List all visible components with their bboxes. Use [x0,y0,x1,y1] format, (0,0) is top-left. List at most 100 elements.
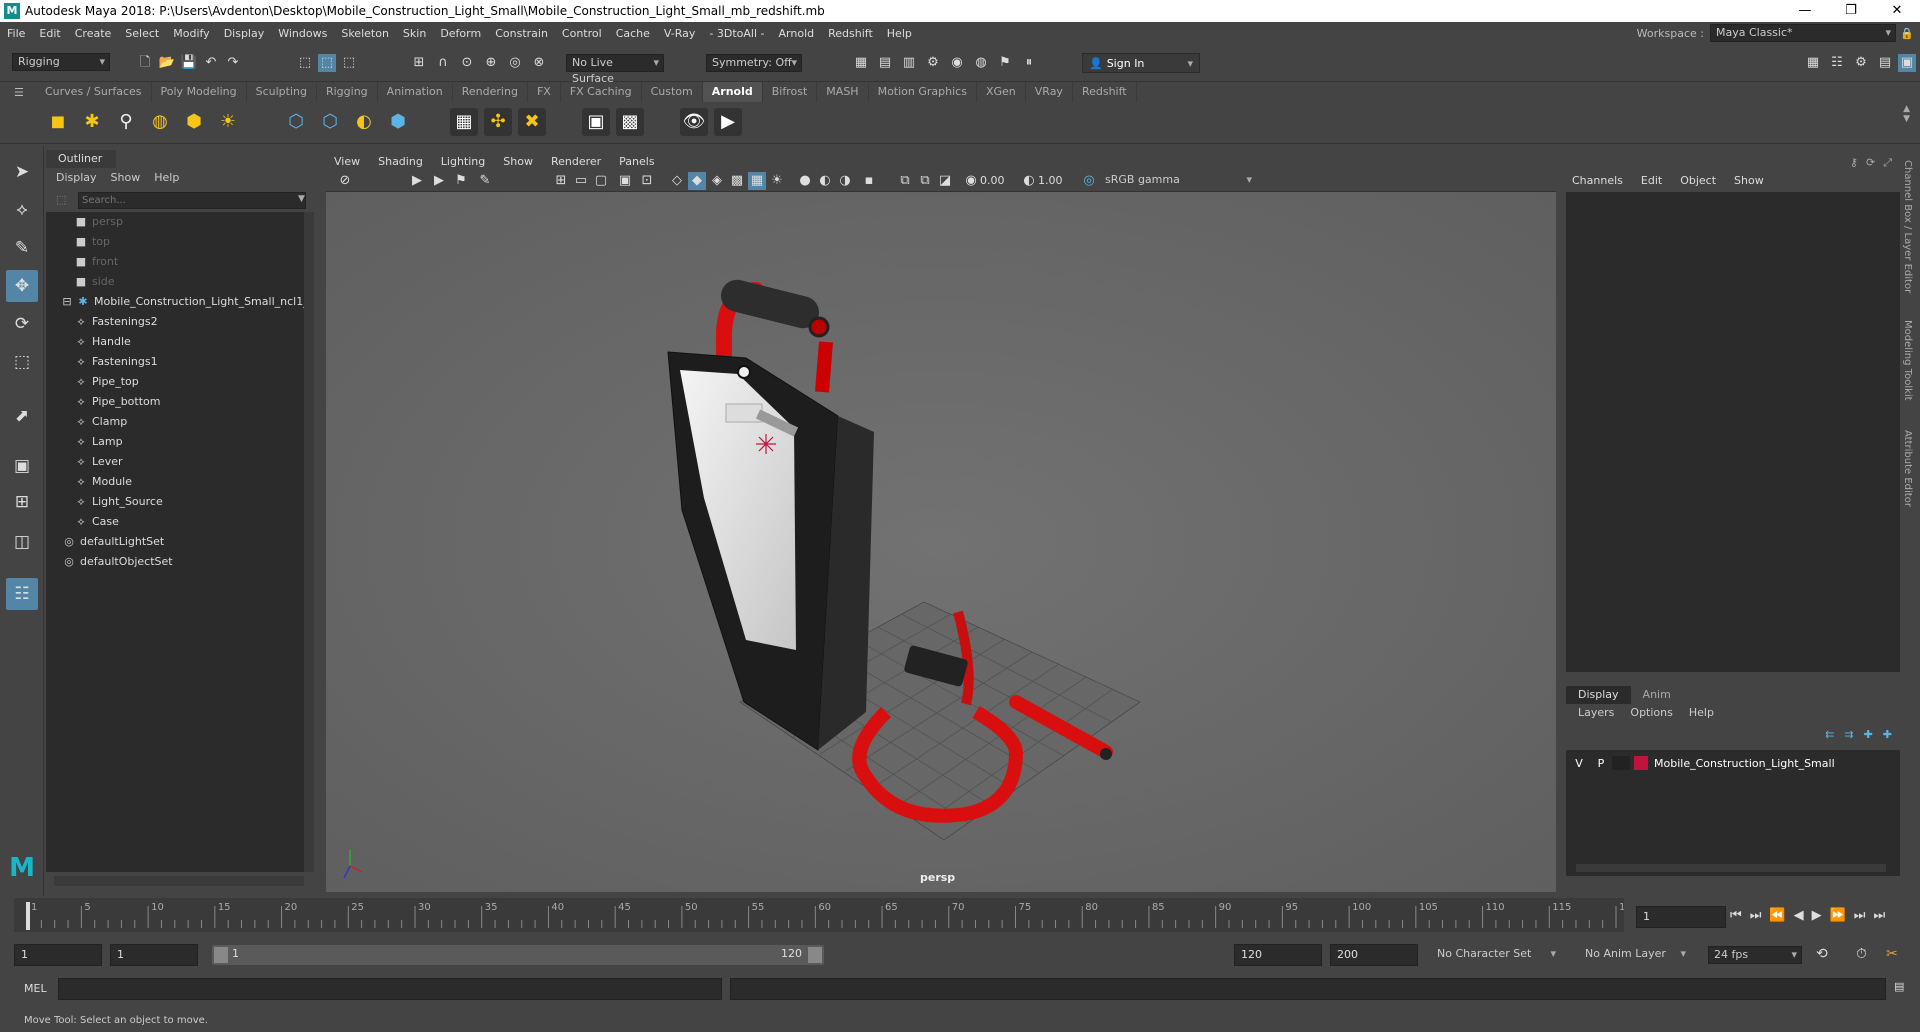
shelf-tab-sculpting[interactable]: Sculpting [247,82,317,102]
menu-redshift[interactable]: Redshift [821,27,880,40]
image-plane-icon[interactable]: ▶ [430,172,448,190]
tab-display[interactable]: Display [1566,686,1631,704]
viewport-menu-panels[interactable]: Panels [619,155,654,168]
lasso-tool-icon[interactable]: ⟡ [6,194,38,226]
move-tool-icon[interactable]: ✥ [6,270,38,302]
shelf-tab-motion-graphics[interactable]: Motion Graphics [869,82,977,102]
two-view-icon[interactable]: ◫ [6,526,38,558]
ipr-render-icon[interactable]: ▥ [900,54,918,72]
export-standin-icon[interactable]: ⬡ [316,108,344,136]
motion-blur-icon[interactable]: ◑ [836,172,854,190]
exposure-icon[interactable]: ◉ [962,172,980,190]
menu-skeleton[interactable]: Skeleton [334,27,396,40]
ambient-occlusion-icon[interactable]: ◐ [816,172,834,190]
camera-bookmark-icon[interactable]: ▶ [408,172,426,190]
outliner-item-lamp[interactable]: ⟡ Lamp [74,432,122,452]
gate-mask-icon[interactable]: ▣ [616,172,634,190]
menu-select[interactable]: Select [118,27,166,40]
auto-key-icon[interactable]: ⏱ [1856,946,1867,962]
command-input[interactable] [58,978,722,1000]
move-layer-down-icon[interactable]: ⇉ [1844,728,1853,741]
xray-active-icon[interactable]: ⧉ [916,172,934,190]
menu-3dtoall[interactable]: - 3DtoAll - [702,27,771,40]
undo-icon[interactable]: ↶ [202,54,220,72]
menu-control[interactable]: Control [555,27,609,40]
refresh-icon[interactable]: ⟳ [1866,156,1875,170]
render-sequence-icon[interactable]: ⚑ [996,54,1014,72]
outliner-item-fastenings2[interactable]: ⟡ Fastenings2 [74,312,157,332]
script-type-label[interactable]: MEL [24,982,47,995]
layer-row[interactable]: V P Mobile_Construction_Light_Small [1568,754,1898,772]
cb-menu-channels[interactable]: Channels [1572,174,1623,187]
snap-surface-icon[interactable]: ◎ [506,54,524,72]
play-backward-icon[interactable]: ◀ [1794,908,1804,923]
attribute-editor-icon[interactable]: ☷ [1828,54,1846,72]
new-scene-icon[interactable]: 🗋 [136,54,154,72]
layer-color-swatch[interactable] [1634,756,1648,770]
film-gate-icon[interactable]: ▭ [572,172,590,190]
outliner-item-case[interactable]: ⟡ Case [74,512,119,532]
search-options-icon[interactable]: ▼ [298,194,305,204]
outliner-item-module[interactable]: ⟡ Module [74,472,132,492]
volume-icon[interactable]: ⬢ [384,108,412,136]
render-view-icon[interactable]: ▦ [852,54,870,72]
shelf-tab-fx[interactable]: FX [528,82,561,102]
outliner-layout-icon[interactable]: ☷ [6,578,38,610]
physical-sky-icon[interactable]: ☀ [214,108,242,136]
move-layer-up-icon[interactable]: ⇇ [1825,728,1834,741]
two-d-pan-icon[interactable]: ⚑ [452,172,470,190]
viewport-menu-show[interactable]: Show [503,155,533,168]
photometric-light-icon[interactable]: ⚲ [112,108,140,136]
tool-settings-icon[interactable]: ⚙ [1852,54,1870,72]
playback-start-field[interactable]: 1 [110,944,198,966]
area-light-icon[interactable]: ◼ [44,108,72,136]
pin-icon[interactable]: ⤢ [1883,156,1892,170]
arnold-render-play-icon[interactable]: ▶ [714,108,742,136]
viewport-menu-view[interactable]: View [334,155,360,168]
shelf-tab-mash[interactable]: MASH [817,82,869,102]
loop-icon[interactable]: ⟲ [1816,946,1828,962]
snap-grid-icon[interactable]: ⊞ [410,54,428,72]
character-set-dropdown[interactable]: No Character Set [1432,946,1560,964]
four-view-icon[interactable]: ⊞ [6,486,38,518]
flush-textures-icon[interactable]: ✣ [484,108,512,136]
shelf-tab-bifrost[interactable]: Bifrost [763,82,818,102]
close-button[interactable]: ✕ [1874,0,1920,22]
use-all-lights-icon[interactable]: ☀ [768,172,786,190]
playback-end-field[interactable]: 120 [1234,944,1322,966]
snap-view-icon[interactable]: ⊕ [482,54,500,72]
symmetry-dropdown[interactable]: Symmetry: Off [706,54,802,72]
end-time-field[interactable]: 200 [1330,944,1418,966]
outliner-item-pipe-top[interactable]: ⟡ Pipe_top [74,372,138,392]
tx-manager-icon[interactable]: ▩ [616,108,644,136]
play-forward-icon[interactable]: ▶ [1812,908,1822,923]
rotate-tool-icon[interactable]: ⟳ [6,308,38,340]
wireframe-icon[interactable]: ◇ [668,172,686,190]
curve-collector-icon[interactable]: ◐ [350,108,378,136]
outliner-menu-show[interactable]: Show [111,171,141,184]
menu-deform[interactable]: Deform [433,27,488,40]
shelf-scroll-icon[interactable]: ▲ ▼ [1903,104,1910,124]
script-editor-icon[interactable]: ▤ [1894,980,1904,993]
outliner-item-handle[interactable]: ⟡ Handle [74,332,130,352]
shelf-tab-custom[interactable]: Custom [642,82,703,102]
shelf-tab-fx-caching[interactable]: FX Caching [561,82,642,102]
maximize-button[interactable]: ❐ [1828,0,1874,22]
xray-icon[interactable]: ▦ [748,172,766,190]
menu-windows[interactable]: Windows [271,27,334,40]
live-surface-dropdown[interactable]: No Live Surface [566,54,664,85]
hypershade-icon[interactable]: ◉ [948,54,966,72]
filter-icon[interactable]: ⬚ [56,193,66,206]
grid-toggle-icon[interactable]: ⊞ [552,172,570,190]
viewport-menu-renderer[interactable]: Renderer [551,155,601,168]
light-portal-icon[interactable]: ⬢ [180,108,208,136]
outliner-item-top[interactable]: ■ top [74,232,110,252]
color-management-icon[interactable]: ◎ [1080,172,1098,190]
menu-constrain[interactable]: Constrain [488,27,555,40]
outliner-item-light-source[interactable]: ⟡ Light_Source [74,492,162,512]
texture-manager-icon[interactable]: ▣ [582,108,610,136]
go-to-end-icon[interactable]: ⏭ [1873,908,1885,923]
outliner-item-pipe-bottom[interactable]: ⟡ Pipe_bottom [74,392,160,412]
range-end-handle[interactable] [808,947,822,963]
outliner-item-clamp[interactable]: ⟡ Clamp [74,412,127,432]
